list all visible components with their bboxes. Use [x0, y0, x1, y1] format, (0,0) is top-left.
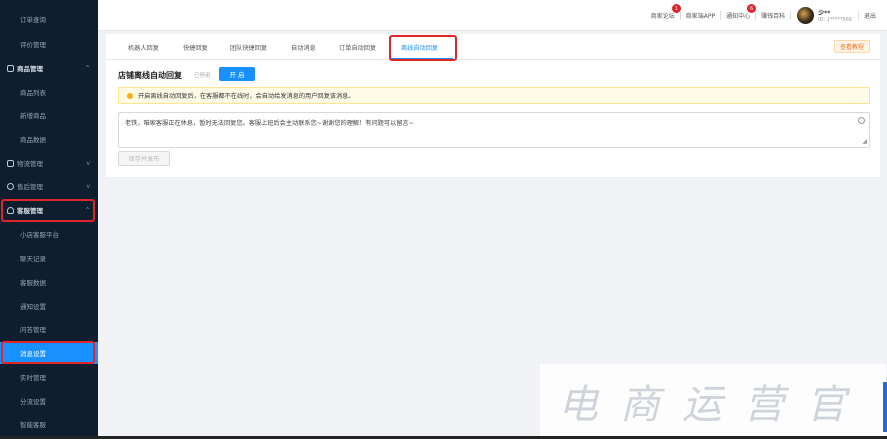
sidebar-item-label: 实时管理: [20, 374, 46, 382]
user-id: ID: 1*****566: [818, 17, 852, 23]
save-publish-button[interactable]: 保存并发布: [118, 151, 170, 166]
notification-badge: 6: [747, 4, 757, 13]
header-link-notifications[interactable]: 通知中心 6: [721, 4, 757, 20]
sidebar-item-label: 智能客服: [20, 421, 46, 429]
highlight-box: [389, 35, 457, 61]
tab-robot-reply[interactable]: 机器人回复: [128, 34, 159, 60]
tab-bar: 机器人回复 快捷回复 团队快捷回复 自动消息 订单自动回复 离线自动回复 查看教…: [106, 34, 880, 61]
sidebar-group-logistics[interactable]: 物流管理 v: [0, 152, 98, 174]
sidebar-item-label: 评价管理: [20, 41, 46, 49]
sidebar-item-label: 聊天记录: [20, 255, 46, 263]
sidebar-item-realtime-manage[interactable]: 实时管理: [0, 366, 98, 388]
tab-order-auto-reply[interactable]: 订单自动回复: [339, 34, 376, 60]
divider: [790, 11, 792, 20]
header-link-label: 通知中心: [726, 13, 751, 20]
sidebar-group-aftersale[interactable]: 售后管理 v: [0, 175, 98, 197]
header-link-forum[interactable]: 商家论坛 1: [646, 4, 681, 20]
enable-button[interactable]: 开 启: [219, 67, 255, 81]
logout-link[interactable]: 退出: [859, 11, 881, 20]
header-link-label: 商家端APP: [685, 13, 716, 20]
sidebar-item-label: 问答管理: [20, 326, 46, 334]
view-tutorial-button[interactable]: 查看教程: [833, 40, 870, 53]
sidebar-item-cs-data[interactable]: 客服数据: [0, 271, 98, 293]
tab-quick-reply[interactable]: 快捷回复: [183, 34, 208, 60]
chevron-down-icon: v: [86, 159, 90, 167]
main-card: 机器人回复 快捷回复 团队快捷回复 自动消息 订单自动回复 离线自动回复 查看教…: [106, 34, 880, 177]
user-info[interactable]: 少** ID: 1*****566: [818, 8, 852, 23]
sidebar-group-product[interactable]: 商品管理 ^: [0, 57, 98, 79]
status-badge: 已停用: [194, 73, 211, 79]
user-name: 少**: [818, 10, 831, 17]
notification-badge: 1: [671, 4, 681, 13]
sidebar-item-new-product[interactable]: 新增商品: [0, 104, 98, 126]
message-text: 老铁，咱家客服正在休息，暂时无法回复您。客服上班后会主动联系您~谢谢您的理解！有…: [125, 120, 414, 127]
header-links: 商家论坛 1 商家端APP 通知中心 6 赚钱百科 少** ID: 1*****56…: [646, 0, 881, 31]
sidebar-group-label: 商品管理: [17, 65, 43, 73]
sidebar-item-label: 新增商品: [20, 112, 46, 120]
sidebar-item-shop-cs-platform[interactable]: 小店客服平台: [0, 223, 98, 245]
watermark: 电商运营官: [540, 364, 886, 438]
warning-icon: [127, 92, 133, 99]
sidebar-item-product-data[interactable]: 商品数据: [0, 128, 98, 150]
sidebar-item-chat-history[interactable]: 聊天记录: [0, 247, 98, 269]
sidebar-item-order-query[interactable]: 订单查询: [0, 8, 98, 30]
tab-team-quick-reply[interactable]: 团队快捷回复: [230, 34, 267, 60]
chevron-down-icon: v: [86, 182, 90, 190]
section-title: 店铺离线自动回复: [118, 71, 182, 80]
watermark-text: 电商运营官: [558, 382, 868, 428]
header-link-app[interactable]: 商家端APP: [681, 11, 720, 20]
sidebar-item-label: 商品列表: [20, 89, 46, 97]
sidebar-item-label: 订单查询: [20, 16, 46, 24]
highlight-box: [1, 199, 95, 222]
sidebar-item-product-list[interactable]: 商品列表: [0, 81, 98, 103]
edge-strip: [883, 382, 887, 432]
bag-icon: [7, 64, 14, 72]
sidebar-item-label: 客服数据: [20, 279, 46, 287]
sidebar-item-smart-cs[interactable]: 智能客服: [0, 413, 98, 435]
avatar[interactable]: [797, 7, 815, 24]
notice-text: 开启离线自动回复后，在客服都不在线时，会自动给发消息的用户回复该消息。: [138, 93, 355, 100]
sidebar-group-label: 物流管理: [17, 160, 43, 168]
shield-icon: [7, 182, 14, 190]
info-notice: 开启离线自动回复后，在客服都不在线时，会自动给发消息的用户回复该消息。: [118, 87, 870, 104]
sidebar-item-label: 分流设置: [20, 398, 46, 406]
sidebar-item-label: 小店客服平台: [20, 231, 59, 239]
sidebar-item-label: 通知设置: [20, 303, 46, 311]
truck-icon: [7, 159, 14, 167]
top-header: 商家论坛 1 商家端APP 通知中心 6 赚钱百科 少** ID: 1*****56…: [98, 0, 887, 31]
sidebar-group-label: 售后管理: [17, 183, 43, 191]
sidebar-item-review[interactable]: 评价管理: [0, 33, 98, 55]
sidebar-item-label: 商品数据: [20, 136, 46, 144]
tab-auto-message[interactable]: 自动消息: [291, 34, 316, 60]
sidebar-item-notify-settings[interactable]: 通知设置: [0, 295, 98, 317]
reply-message-textarea[interactable]: 老铁，咱家客服正在休息，暂时无法回复您。客服上班后会主动联系您~谢谢您的理解！有…: [118, 112, 870, 148]
header-link-label: 商家论坛: [650, 13, 675, 20]
header-link-wiki[interactable]: 赚钱百科: [756, 11, 790, 20]
sidebar-item-routing-settings[interactable]: 分流设置: [0, 390, 98, 412]
highlight-box: [1, 341, 95, 364]
sidebar-item-qa-manage[interactable]: 问答管理: [0, 318, 98, 340]
emoji-icon[interactable]: [858, 117, 865, 124]
header-link-label: 赚钱百科: [761, 13, 786, 20]
chevron-up-icon: ^: [84, 64, 90, 72]
resize-handle-icon[interactable]: ◢: [862, 138, 867, 145]
sidebar: 订单查询 评价管理 商品管理 ^ 商品列表 新增商品 商品数据 物流管理 v 售后管…: [0, 0, 98, 439]
